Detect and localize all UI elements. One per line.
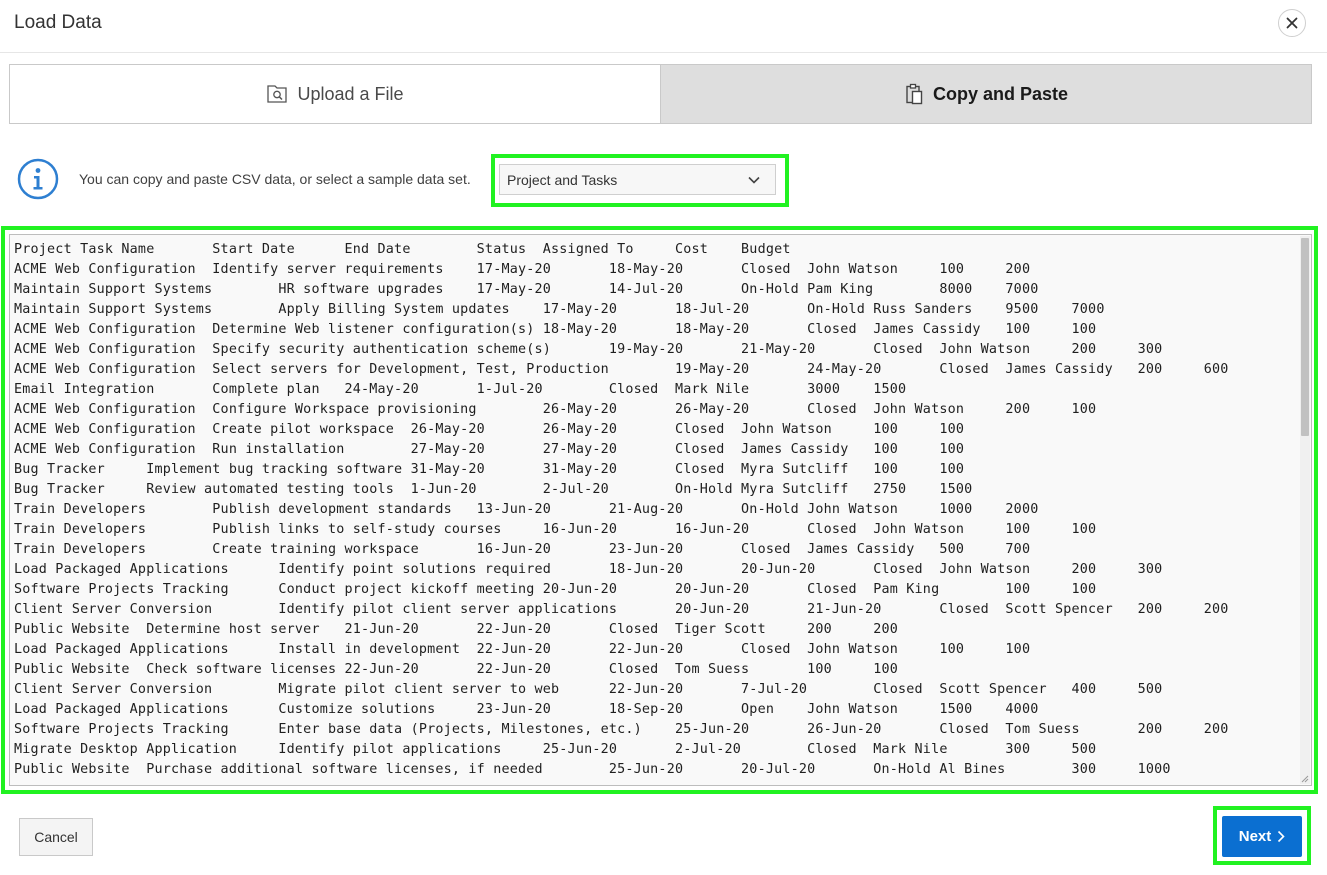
tab-upload-file[interactable]: Upload a File — [10, 65, 660, 123]
close-icon — [1286, 17, 1298, 29]
tab-upload-file-label: Upload a File — [297, 83, 404, 104]
textarea-scrollbar-track[interactable] — [1300, 236, 1310, 784]
csv-content: Project Task Name Start Date End Date St… — [14, 242, 1229, 777]
sample-data-select[interactable]: Project and Tasks — [499, 164, 776, 195]
tab-copy-and-paste[interactable]: Copy and Paste — [660, 65, 1311, 123]
sample-data-selected: Project and Tasks — [507, 171, 618, 188]
cancel-button[interactable]: Cancel — [19, 818, 93, 856]
csv-textarea[interactable]: Project Task Name Start Date End Date St… — [9, 234, 1312, 786]
tab-copy-and-paste-label: Copy and Paste — [932, 83, 1069, 104]
info-message: You can copy and paste CSV data, or sele… — [79, 171, 471, 187]
dialog-titlebar: Load Data — [0, 0, 1327, 53]
source-tabs: Upload a File Copy and Paste — [9, 64, 1312, 124]
dialog-title: Load Data — [14, 12, 102, 33]
next-button-label: Next — [1238, 828, 1272, 845]
close-button[interactable] — [1278, 9, 1306, 37]
resize-grip-icon[interactable] — [1301, 775, 1309, 783]
chevron-down-icon — [748, 176, 760, 184]
next-button[interactable]: Next — [1222, 816, 1302, 857]
textarea-scrollbar-thumb[interactable] — [1301, 238, 1309, 436]
chevron-right-icon — [1277, 830, 1285, 843]
file-search-icon — [266, 84, 288, 104]
clipboard-icon — [904, 83, 924, 105]
info-icon — [17, 158, 59, 200]
